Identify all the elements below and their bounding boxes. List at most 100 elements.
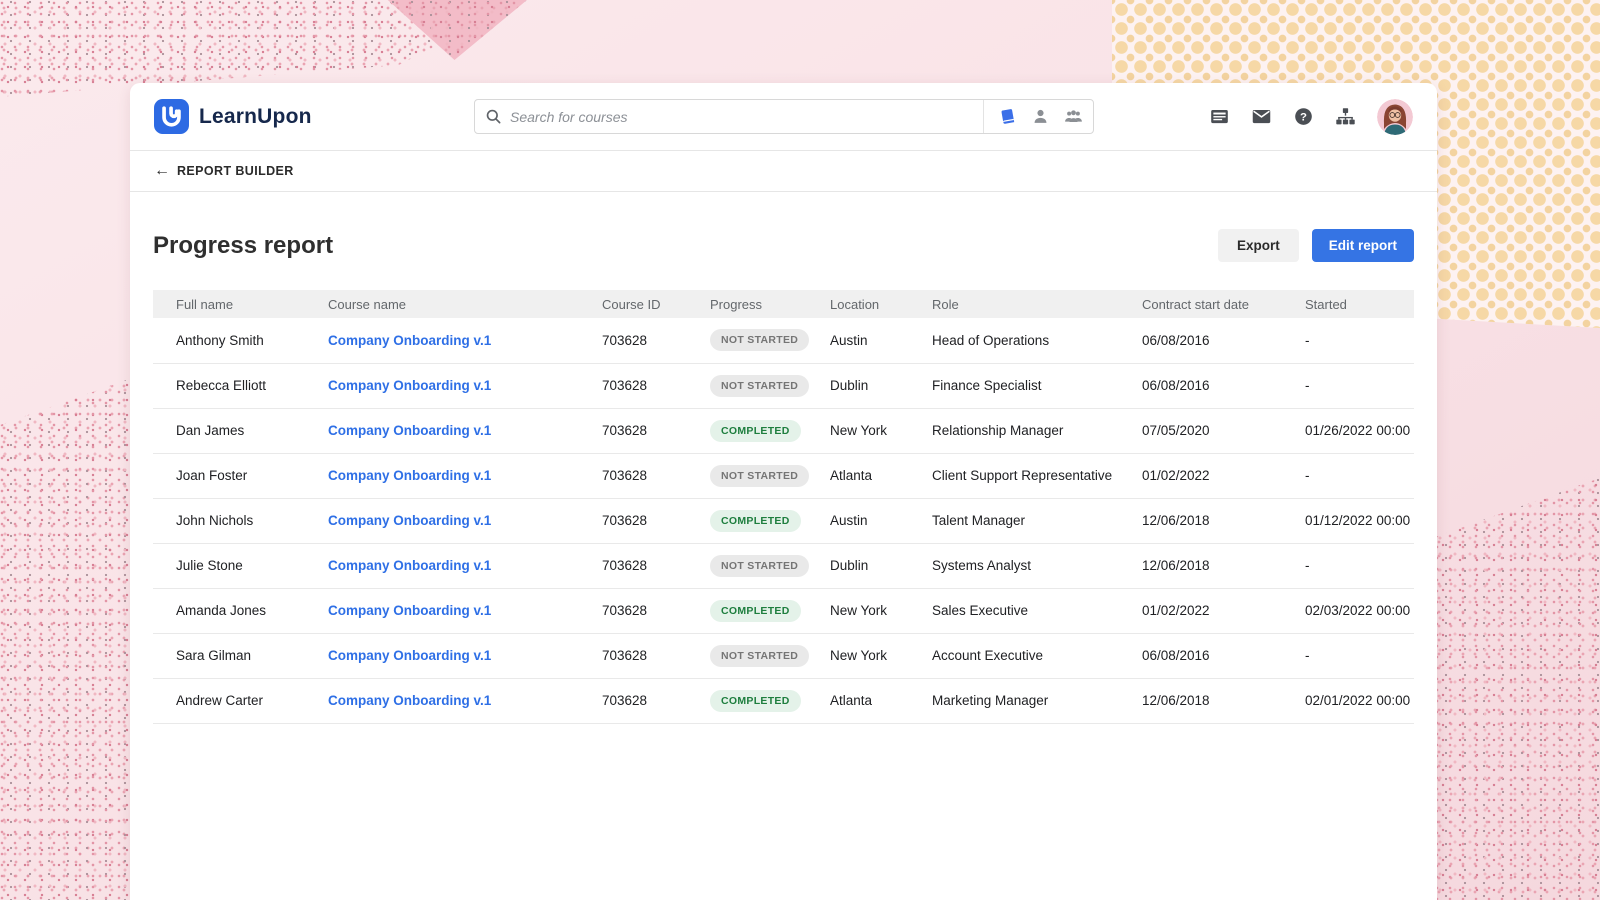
progress-badge: NOT STARTED xyxy=(710,644,810,667)
progress-badge: COMPLETED xyxy=(710,509,801,532)
course-link[interactable]: Company Onboarding v.1 xyxy=(328,333,491,348)
cell-full-name: Amanda Jones xyxy=(153,588,328,634)
course-link[interactable]: Company Onboarding v.1 xyxy=(328,423,491,438)
search-icon xyxy=(486,109,501,124)
progress-badge: COMPLETED xyxy=(710,689,801,712)
cell-progress: NOT STARTED xyxy=(710,318,830,364)
cell-progress: COMPLETED xyxy=(710,678,830,724)
book-icon[interactable] xyxy=(998,107,1017,126)
help-icon[interactable]: ? xyxy=(1293,106,1314,127)
course-link[interactable]: Company Onboarding v.1 xyxy=(328,468,491,483)
avatar[interactable] xyxy=(1377,98,1413,135)
export-button[interactable]: Export xyxy=(1217,229,1299,262)
cell-course-id: 703628 xyxy=(602,498,710,544)
cell-location: Austin xyxy=(830,318,932,364)
cell-started: - xyxy=(1305,633,1414,679)
cell-progress: COMPLETED xyxy=(710,498,830,544)
cell-location: Atlanta xyxy=(830,678,932,724)
col-course-id: Course ID xyxy=(602,290,710,318)
cell-course-name: Company Onboarding v.1 xyxy=(328,363,602,409)
course-link[interactable]: Company Onboarding v.1 xyxy=(328,603,491,618)
breadcrumb-report-builder[interactable]: REPORT BUILDER xyxy=(177,164,294,178)
cell-progress: NOT STARTED xyxy=(710,363,830,409)
course-link[interactable]: Company Onboarding v.1 xyxy=(328,558,491,573)
progress-report-table: Full name Course name Course ID Progress… xyxy=(153,290,1414,724)
course-link[interactable]: Company Onboarding v.1 xyxy=(328,513,491,528)
speckle-pattern-right xyxy=(1435,478,1600,900)
cell-full-name: Joan Foster xyxy=(153,453,328,499)
cell-started: 01/12/2022 00:00 xyxy=(1305,498,1414,544)
cell-course-id: 703628 xyxy=(602,588,710,634)
cell-role: Account Executive xyxy=(932,633,1142,679)
main-content: Progress report Export Edit report Full … xyxy=(130,229,1437,724)
edit-report-button[interactable]: Edit report xyxy=(1311,229,1414,262)
cell-location: New York xyxy=(830,588,932,634)
cell-full-name: Rebecca Elliott xyxy=(153,363,328,409)
table-row: John Nichols Company Onboarding v.1 703628… xyxy=(153,498,1414,544)
app-window: LearnUpon Search for courses ? ← REPORT … xyxy=(130,83,1437,900)
cell-course-name: Company Onboarding v.1 xyxy=(328,318,602,364)
cell-progress: NOT STARTED xyxy=(710,543,830,589)
page-actions: Export Edit report xyxy=(1217,229,1414,262)
user-icon[interactable] xyxy=(1031,107,1050,126)
brand-name: LearnUpon xyxy=(199,104,312,128)
cell-course-name: Company Onboarding v.1 xyxy=(328,588,602,634)
cell-role: Client Support Representative xyxy=(932,453,1142,499)
search-bar xyxy=(474,99,1094,134)
back-arrow-icon[interactable]: ← xyxy=(154,163,170,179)
svg-text:?: ? xyxy=(1300,111,1307,123)
cell-course-id: 703628 xyxy=(602,318,710,364)
page-title: Progress report xyxy=(153,231,334,259)
card-icon[interactable] xyxy=(1209,106,1230,127)
cell-full-name: Andrew Carter xyxy=(153,678,328,724)
cell-contract-start: 12/06/2018 xyxy=(1142,678,1305,724)
top-right-icons: ? xyxy=(1209,98,1413,135)
course-link[interactable]: Company Onboarding v.1 xyxy=(328,648,491,663)
cell-location: Atlanta xyxy=(830,453,932,499)
table-row: Andrew Carter Company Onboarding v.1 70362… xyxy=(153,678,1414,724)
cell-contract-start: 01/02/2022 xyxy=(1142,588,1305,634)
page-header: Progress report Export Edit report xyxy=(153,229,1414,262)
cell-course-name: Company Onboarding v.1 xyxy=(328,633,602,679)
cell-contract-start: 07/05/2020 xyxy=(1142,408,1305,454)
cell-contract-start: 01/02/2022 xyxy=(1142,453,1305,499)
cell-course-id: 703628 xyxy=(602,678,710,724)
cell-started: - xyxy=(1305,363,1414,409)
cell-started: - xyxy=(1305,318,1414,364)
cell-role: Systems Analyst xyxy=(932,543,1142,589)
cell-progress: NOT STARTED xyxy=(710,633,830,679)
cell-course-id: 703628 xyxy=(602,543,710,589)
cell-full-name: Sara Gilman xyxy=(153,633,328,679)
cell-course-name: Company Onboarding v.1 xyxy=(328,408,602,454)
cell-contract-start: 12/06/2018 xyxy=(1142,543,1305,589)
cell-location: New York xyxy=(830,633,932,679)
table-row: Julie Stone Company Onboarding v.1 703628 N… xyxy=(153,543,1414,589)
cell-started: 02/03/2022 00:00 xyxy=(1305,588,1414,634)
cell-course-id: 703628 xyxy=(602,453,710,499)
search-input[interactable] xyxy=(510,108,983,125)
group-icon[interactable] xyxy=(1064,107,1083,126)
course-link[interactable]: Company Onboarding v.1 xyxy=(328,693,491,708)
cell-started: - xyxy=(1305,543,1414,589)
cell-location: Dublin xyxy=(830,543,932,589)
progress-badge: NOT STARTED xyxy=(710,329,810,352)
learnupon-logo[interactable]: LearnUpon xyxy=(154,99,312,134)
col-progress: Progress xyxy=(710,290,830,318)
cell-location: Austin xyxy=(830,498,932,544)
progress-badge: NOT STARTED xyxy=(710,464,810,487)
table-row: Amanda Jones Company Onboarding v.1 703628… xyxy=(153,588,1414,634)
mail-icon[interactable] xyxy=(1251,106,1272,127)
cell-contract-start: 06/08/2016 xyxy=(1142,318,1305,364)
cell-progress: COMPLETED xyxy=(710,408,830,454)
cell-course-id: 703628 xyxy=(602,633,710,679)
progress-badge: NOT STARTED xyxy=(710,374,810,397)
cell-role: Finance Specialist xyxy=(932,363,1142,409)
course-link[interactable]: Company Onboarding v.1 xyxy=(328,378,491,393)
cell-role: Sales Executive xyxy=(932,588,1142,634)
cell-full-name: Julie Stone xyxy=(153,543,328,589)
sitemap-icon[interactable] xyxy=(1335,106,1356,127)
col-full-name: Full name xyxy=(153,290,328,318)
col-started: Started xyxy=(1305,290,1414,318)
col-course-name: Course name xyxy=(328,290,602,318)
col-contract-start: Contract start date xyxy=(1142,290,1305,318)
